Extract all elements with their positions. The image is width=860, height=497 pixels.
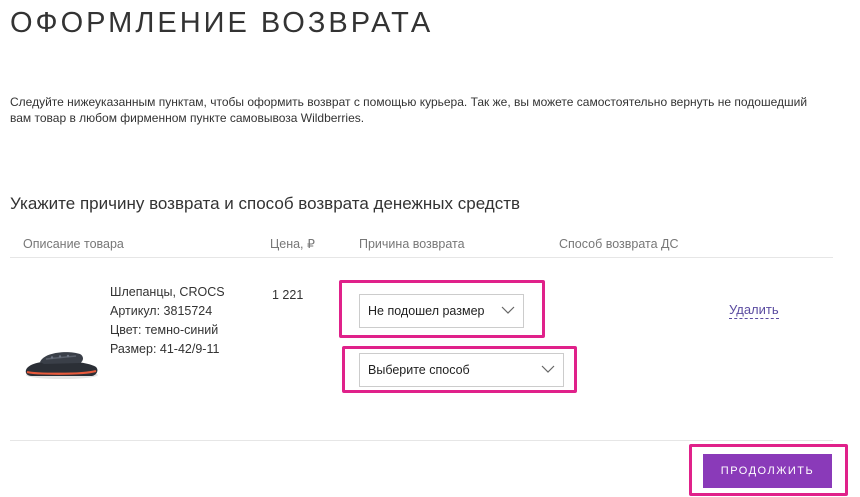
header-reason: Причина возврата [359, 237, 465, 251]
delete-link[interactable]: Удалить [729, 302, 779, 319]
page-title: ОФОРМЛЕНИЕ ВОЗВРАТА [10, 7, 434, 39]
header-method: Способ возврата ДС [559, 237, 679, 251]
slipper-image [25, 352, 98, 379]
reason-select[interactable]: Не подошел размер [359, 294, 524, 328]
product-name: Шлепанцы, CROCS [110, 285, 225, 299]
reason-select-value: Не подошел размер [368, 304, 485, 318]
chevron-down-icon [501, 306, 515, 314]
header-description: Описание товара [23, 237, 124, 251]
product-price: 1 221 [272, 288, 304, 302]
continue-button[interactable]: продолжить [703, 454, 832, 488]
product-color: Цвет: темно-синий [110, 323, 219, 337]
table-divider-bottom [10, 440, 833, 441]
section-title: Укажите причину возврата и способ возвра… [10, 194, 521, 213]
header-price: Цена, ₽ [270, 237, 315, 251]
product-size: Размер: 41-42/9-11 [110, 342, 220, 356]
product-article: Артикул: 3815724 [110, 304, 213, 318]
intro-text: Следуйте нижеуказанным пунктам, чтобы оф… [10, 95, 808, 125]
product-info: Шлепанцы, CROCS Артикул: 3815724 Цвет: т… [110, 283, 225, 359]
chevron-down-icon [541, 365, 555, 373]
table-divider-top [10, 257, 833, 258]
refund-method-select[interactable]: Выберите способ [359, 353, 564, 387]
refund-method-select-value: Выберите способ [368, 363, 470, 377]
